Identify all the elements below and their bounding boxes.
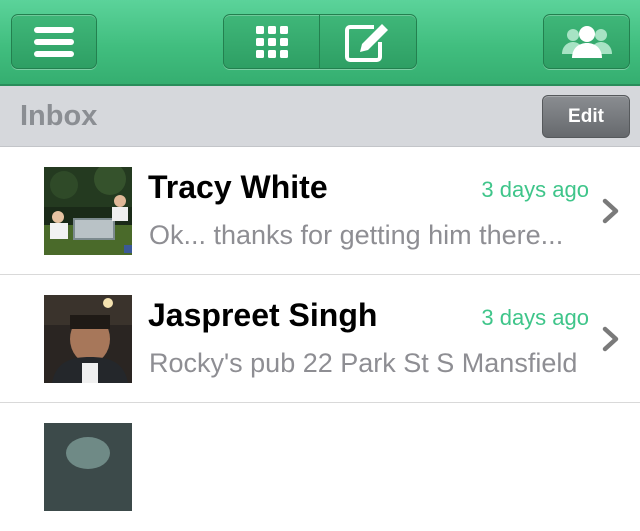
avatar [44,423,132,511]
chevron-right-icon [602,198,619,224]
top-toolbar [0,0,640,86]
menu-button[interactable] [11,14,97,69]
sender-name: Jaspreet Singh [148,297,378,333]
inbox-header: Inbox Edit [0,86,640,147]
message-row[interactable]: Tracy White 3 days ago Ok... thanks for … [0,147,640,275]
message-time: 3 days ago [481,305,589,330]
message-preview: Rocky's pub 22 Park St S Mansfield [149,348,578,378]
apps-grid-icon [255,25,288,58]
compose-button[interactable] [320,15,416,68]
chevron-right-icon [602,326,619,352]
page-title: Inbox [20,100,98,132]
message-row[interactable] [0,403,640,531]
message-row[interactable]: Jaspreet Singh 3 days ago Rocky's pub 22… [0,275,640,403]
message-time: 3 days ago [481,177,589,202]
edit-button[interactable]: Edit [542,95,630,138]
apps-grid-button[interactable] [224,15,320,68]
contacts-button[interactable] [543,14,630,69]
hamburger-menu-icon [34,26,74,57]
avatar [44,295,132,383]
message-preview: Ok... thanks for getting him there... [149,220,564,250]
view-segmented-control [223,14,417,69]
contacts-group-icon [561,25,612,58]
compose-icon [345,23,388,62]
sender-name: Tracy White [148,169,328,205]
avatar [44,167,132,255]
